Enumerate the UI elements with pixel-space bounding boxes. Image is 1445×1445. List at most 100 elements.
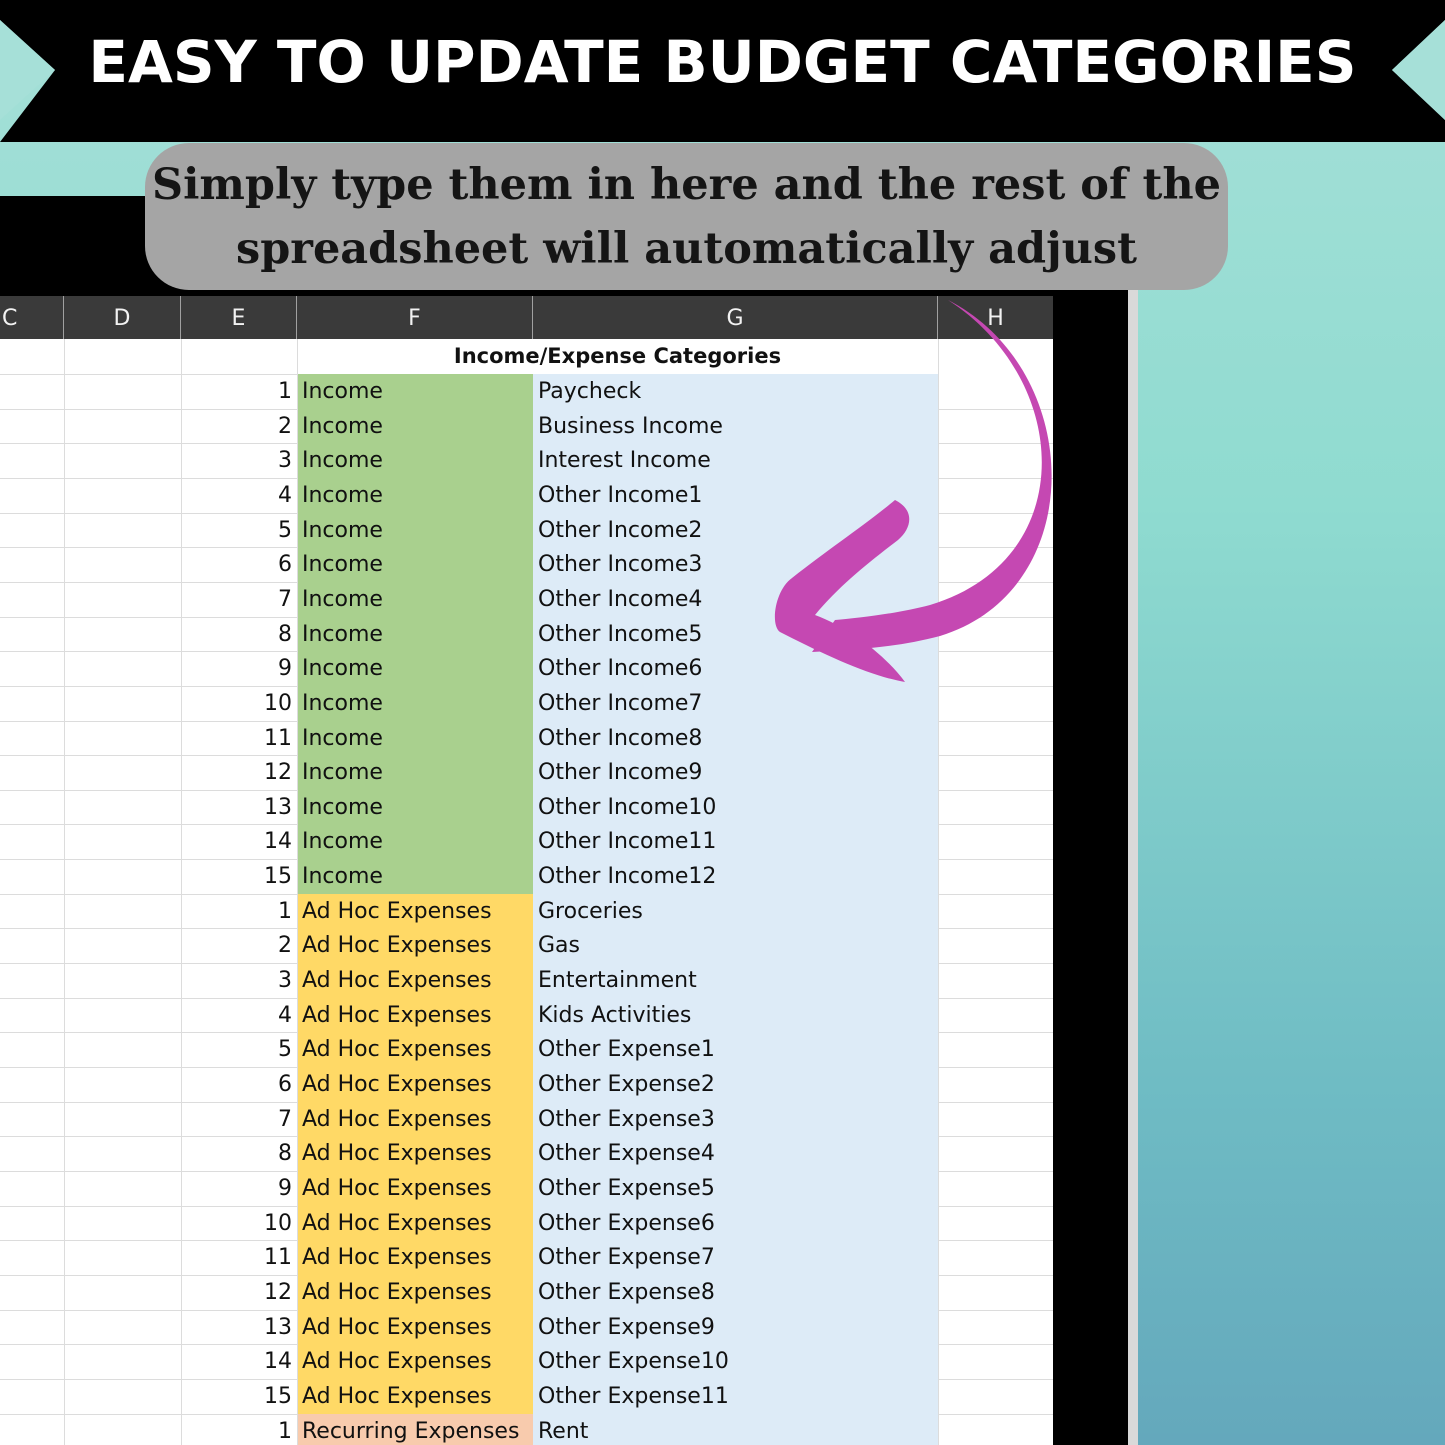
- category-cell[interactable]: Ad Hoc Expenses: [302, 998, 492, 1035]
- subcategory-cell[interactable]: Groceries: [538, 894, 643, 931]
- subcategory-cell[interactable]: Other Income9: [538, 755, 702, 792]
- category-cell[interactable]: Income: [302, 651, 383, 688]
- category-cell[interactable]: Ad Hoc Expenses: [302, 1136, 492, 1173]
- subcategory-cell[interactable]: Other Income8: [538, 721, 702, 758]
- category-cell[interactable]: Income: [302, 582, 383, 619]
- row-number-cell[interactable]: 5: [181, 513, 292, 550]
- row-number-cell[interactable]: 8: [181, 617, 292, 654]
- row-number-cell[interactable]: 1: [181, 1414, 292, 1445]
- category-cell[interactable]: Ad Hoc Expenses: [302, 1310, 492, 1347]
- category-cell[interactable]: Ad Hoc Expenses: [302, 894, 492, 931]
- category-cell[interactable]: Ad Hoc Expenses: [302, 1206, 492, 1243]
- column-header-f[interactable]: F: [297, 296, 533, 339]
- category-cell[interactable]: Income: [302, 790, 383, 827]
- subcategory-cell[interactable]: Other Expense2: [538, 1067, 715, 1104]
- subcategory-cell[interactable]: Other Income11: [538, 824, 716, 861]
- category-cell[interactable]: Ad Hoc Expenses: [302, 1344, 492, 1381]
- subcategory-cell[interactable]: Other Expense5: [538, 1171, 715, 1208]
- row-number-cell[interactable]: 7: [181, 1102, 292, 1139]
- row-number-cell[interactable]: 13: [181, 1310, 292, 1347]
- category-cell[interactable]: Income: [302, 617, 383, 654]
- column-header-c[interactable]: C: [0, 296, 64, 339]
- row-number-cell[interactable]: 11: [181, 1240, 292, 1277]
- row-number-cell[interactable]: 14: [181, 1344, 292, 1381]
- category-cell[interactable]: Income: [302, 443, 383, 480]
- subcategory-cell[interactable]: Other Income3: [538, 547, 702, 584]
- column-header-d[interactable]: D: [64, 296, 181, 339]
- category-cell[interactable]: Income: [302, 721, 383, 758]
- column-header-g[interactable]: G: [533, 296, 938, 339]
- row-number-cell[interactable]: 9: [181, 1171, 292, 1208]
- category-cell[interactable]: Income: [302, 859, 383, 896]
- category-cell[interactable]: Ad Hoc Expenses: [302, 1171, 492, 1208]
- row-number-cell[interactable]: 4: [181, 998, 292, 1035]
- row-number-cell[interactable]: 6: [181, 1067, 292, 1104]
- table-title-cell[interactable]: Income/Expense Categories: [297, 339, 938, 374]
- subcategory-cell[interactable]: Other Income1: [538, 478, 702, 515]
- row-number-cell[interactable]: 14: [181, 824, 292, 861]
- subcategory-cell[interactable]: Other Expense11: [538, 1379, 729, 1416]
- subcategory-cell[interactable]: Business Income: [538, 409, 723, 446]
- row-number-cell[interactable]: 12: [181, 755, 292, 792]
- row-number-cell[interactable]: 15: [181, 859, 292, 896]
- subcategory-cell[interactable]: Other Income7: [538, 686, 702, 723]
- subcategory-cell[interactable]: Other Income6: [538, 651, 702, 688]
- row-number-cell[interactable]: 3: [181, 443, 292, 480]
- row-number-cell[interactable]: 7: [181, 582, 292, 619]
- row-number-cell[interactable]: 6: [181, 547, 292, 584]
- category-cell[interactable]: Ad Hoc Expenses: [302, 1067, 492, 1104]
- category-cell[interactable]: Income: [302, 478, 383, 515]
- category-cell[interactable]: Ad Hoc Expenses: [302, 963, 492, 1000]
- subcategory-cell[interactable]: Other Expense10: [538, 1344, 729, 1381]
- row-number-cell[interactable]: 4: [181, 478, 292, 515]
- column-header-h[interactable]: H: [938, 296, 1053, 339]
- subcategory-cell[interactable]: Other Income10: [538, 790, 716, 827]
- subcategory-cell[interactable]: Other Expense9: [538, 1310, 715, 1347]
- subcategory-cell[interactable]: Kids Activities: [538, 998, 691, 1035]
- subcategory-cell[interactable]: Other Expense4: [538, 1136, 715, 1173]
- category-cell[interactable]: Income: [302, 824, 383, 861]
- subcategory-cell[interactable]: Other Income12: [538, 859, 716, 896]
- row-number-cell[interactable]: 10: [181, 686, 292, 723]
- category-cell[interactable]: Ad Hoc Expenses: [302, 1102, 492, 1139]
- category-cell[interactable]: Income: [302, 409, 383, 446]
- category-cell[interactable]: Income: [302, 547, 383, 584]
- row-number-cell[interactable]: 1: [181, 894, 292, 931]
- row-number-cell[interactable]: 2: [181, 409, 292, 446]
- subcategory-cell[interactable]: Other Income2: [538, 513, 702, 550]
- row-number-cell[interactable]: 5: [181, 1032, 292, 1069]
- row-number-cell[interactable]: 12: [181, 1275, 292, 1312]
- subcategory-cell[interactable]: Other Expense8: [538, 1275, 715, 1312]
- row-number-cell[interactable]: 15: [181, 1379, 292, 1416]
- subcategory-cell[interactable]: Entertainment: [538, 963, 697, 1000]
- row-number-cell[interactable]: 2: [181, 928, 292, 965]
- category-cell[interactable]: Ad Hoc Expenses: [302, 1240, 492, 1277]
- subcategory-cell[interactable]: Rent: [538, 1414, 588, 1445]
- subcategory-cell[interactable]: Paycheck: [538, 374, 641, 411]
- row-number-cell[interactable]: 11: [181, 721, 292, 758]
- category-cell[interactable]: Ad Hoc Expenses: [302, 1032, 492, 1069]
- row-number-cell[interactable]: 3: [181, 963, 292, 1000]
- subcategory-cell[interactable]: Other Income5: [538, 617, 702, 654]
- category-cell[interactable]: Ad Hoc Expenses: [302, 1379, 492, 1416]
- category-cell[interactable]: Income: [302, 686, 383, 723]
- category-cell[interactable]: Income: [302, 513, 383, 550]
- row-number-cell[interactable]: 8: [181, 1136, 292, 1173]
- subcategory-cell[interactable]: Gas: [538, 928, 580, 965]
- row-number-cell[interactable]: 10: [181, 1206, 292, 1243]
- subcategory-cell[interactable]: Other Expense1: [538, 1032, 715, 1069]
- row-number-cell[interactable]: 1: [181, 374, 292, 411]
- row-number-cell[interactable]: 9: [181, 651, 292, 688]
- subcategory-cell[interactable]: Other Expense7: [538, 1240, 715, 1277]
- subcategory-cell[interactable]: Interest Income: [538, 443, 711, 480]
- category-cell[interactable]: Income: [302, 374, 383, 411]
- category-cell[interactable]: Recurring Expenses: [302, 1414, 519, 1445]
- subcategory-cell[interactable]: Other Income4: [538, 582, 702, 619]
- row-number-cell[interactable]: 13: [181, 790, 292, 827]
- category-cell[interactable]: Ad Hoc Expenses: [302, 928, 492, 965]
- subcategory-cell[interactable]: Other Expense6: [538, 1206, 715, 1243]
- subcategory-cell[interactable]: Other Expense3: [538, 1102, 715, 1139]
- category-cell[interactable]: Income: [302, 755, 383, 792]
- category-cell[interactable]: Ad Hoc Expenses: [302, 1275, 492, 1312]
- column-header-e[interactable]: E: [181, 296, 297, 339]
